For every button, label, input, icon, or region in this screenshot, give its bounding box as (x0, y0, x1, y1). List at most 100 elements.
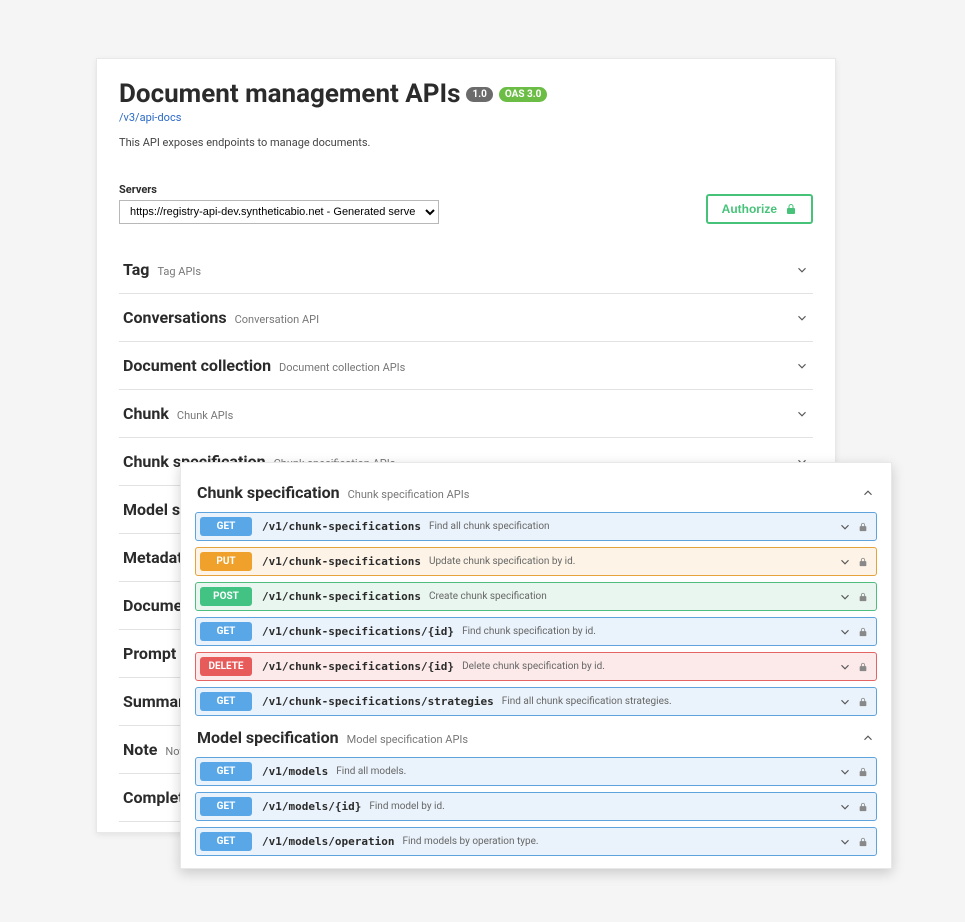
chevron-down-icon (795, 311, 809, 325)
chevron-down-icon (838, 555, 852, 569)
tag-name: Conversations (123, 308, 227, 327)
operation-path: /v1/chunk-specifications (262, 590, 421, 603)
tag-name: Chunk (123, 404, 169, 423)
tag-name: Tag (123, 260, 149, 279)
lock-icon (858, 557, 868, 567)
tag-section-expanded[interactable]: Chunk specificationChunk specification A… (195, 477, 877, 512)
tag-left: Completi (123, 788, 188, 807)
operation-row[interactable]: DELETE/v1/chunk-specifications/{id} Delet… (195, 652, 877, 681)
operation-path: /v1/models/{id} (262, 800, 361, 813)
operation-summary: Find all models. (336, 766, 406, 777)
operation-row[interactable]: GET/v1/models Find all models. (195, 757, 877, 786)
tag-name: Completi (123, 788, 188, 807)
operation-right (838, 625, 868, 639)
http-method-badge: GET (200, 622, 252, 641)
tag-name: Note (123, 740, 157, 759)
page-title: Document management APIs (119, 79, 460, 109)
chevron-up-icon (861, 731, 875, 745)
operation-path: /v1/models (262, 765, 328, 778)
operation-summary: Create chunk specification (429, 591, 547, 602)
lock-icon (858, 592, 868, 602)
http-method-badge: GET (200, 692, 252, 711)
operation-right (838, 590, 868, 604)
operation-row[interactable]: GET/v1/models/{id} Find model by id. (195, 792, 877, 821)
tag-left: Conversations Conversation API (123, 308, 319, 327)
operation-summary: Find models by operation type. (402, 836, 538, 847)
operation-path: /v1/chunk-specifications/{id} (262, 625, 454, 638)
operation-path: /v1/chunk-specifications/{id} (262, 660, 454, 673)
operation-path: /v1/chunk-specifications (262, 520, 421, 533)
chevron-down-icon (838, 765, 852, 779)
chevron-down-icon (795, 263, 809, 277)
lock-icon (858, 697, 868, 707)
operation-path: /v1/models/operation (262, 835, 394, 848)
chevron-down-icon (838, 590, 852, 604)
chevron-down-icon (838, 625, 852, 639)
tag-section[interactable]: Conversations Conversation API (119, 294, 813, 342)
lock-icon (858, 767, 868, 777)
chevron-up-icon (861, 486, 875, 500)
tag-section[interactable]: Document collectionDocument collection A… (119, 342, 813, 390)
tag-left: Document collectionDocument collection A… (123, 356, 405, 375)
http-method-badge: PUT (200, 552, 252, 571)
http-method-badge: GET (200, 762, 252, 781)
operation-right (838, 520, 868, 534)
operation-row[interactable]: GET/v1/chunk-specificationsFind all chun… (195, 512, 877, 541)
servers-row: Servers https://registry-api-dev.synthet… (119, 183, 813, 224)
operation-right (838, 800, 868, 814)
operation-summary: Find all chunk specification (429, 521, 550, 532)
operation-row[interactable]: GET/v1/chunk-specifications/{id} Find chu… (195, 617, 877, 646)
tag-left: Tag Tag APIs (123, 260, 201, 279)
version-badge: 1.0 (466, 87, 492, 102)
operation-row[interactable]: GET/v1/chunk-specifications/strategiesFi… (195, 687, 877, 716)
lock-icon (858, 522, 868, 532)
lock-icon (785, 203, 797, 215)
lock-icon (858, 662, 868, 672)
chevron-down-icon (838, 695, 852, 709)
operation-path: /v1/chunk-specifications (262, 555, 421, 568)
chevron-down-icon (838, 835, 852, 849)
tag-section[interactable]: Tag Tag APIs (119, 246, 813, 294)
operation-right (838, 695, 868, 709)
operation-summary: Find chunk specification by id. (462, 626, 596, 637)
api-description: This API exposes endpoints to manage doc… (119, 136, 813, 149)
chevron-down-icon (838, 520, 852, 534)
chevron-down-icon (795, 407, 809, 421)
tag-desc: Conversation API (235, 313, 319, 326)
swagger-overlay-panel: Chunk specificationChunk specification A… (180, 462, 892, 869)
operation-row[interactable]: GET/v1/models/operationFind models by op… (195, 827, 877, 856)
servers-label: Servers (119, 183, 439, 196)
operation-summary: Update chunk specification by id. (429, 556, 575, 567)
tag-name: Model specification (197, 728, 339, 747)
lock-icon (858, 627, 868, 637)
servers-block: Servers https://registry-api-dev.synthet… (119, 183, 439, 224)
api-docs-link[interactable]: /v3/api-docs (119, 111, 813, 124)
chevron-down-icon (795, 359, 809, 373)
operation-summary: Find model by id. (369, 801, 444, 812)
operation-row[interactable]: POST/v1/chunk-specifications Create chunk… (195, 582, 877, 611)
chevron-down-icon (838, 660, 852, 674)
operation-path: /v1/chunk-specifications/strategies (262, 695, 494, 708)
tag-desc: Tag APIs (157, 265, 201, 278)
authorize-label: Authorize (722, 202, 777, 216)
oas-badge: OAS 3.0 (499, 87, 548, 102)
authorize-button[interactable]: Authorize (706, 194, 813, 224)
operation-right (838, 555, 868, 569)
tag-section[interactable]: Chunk Chunk APIs (119, 390, 813, 438)
http-method-badge: POST (200, 587, 252, 606)
operation-row[interactable]: PUT/v1/chunk-specifications Update chunk … (195, 547, 877, 576)
tag-left: Chunk specificationChunk specification A… (197, 483, 469, 502)
tag-left: Chunk Chunk APIs (123, 404, 233, 423)
operation-right (838, 660, 868, 674)
operation-right (838, 835, 868, 849)
operation-summary: Delete chunk specification by id. (462, 661, 605, 672)
operation-right (838, 765, 868, 779)
server-select[interactable]: https://registry-api-dev.syntheticabio.n… (119, 200, 439, 224)
tag-desc: Document collection APIs (279, 361, 405, 374)
title-row: Document management APIs 1.0 OAS 3.0 (119, 79, 813, 109)
tag-section-expanded[interactable]: Model specificationModel specification A… (195, 722, 877, 757)
tag-desc: Chunk APIs (177, 409, 233, 422)
http-method-badge: GET (200, 797, 252, 816)
http-method-badge: DELETE (200, 657, 252, 676)
lock-icon (858, 837, 868, 847)
